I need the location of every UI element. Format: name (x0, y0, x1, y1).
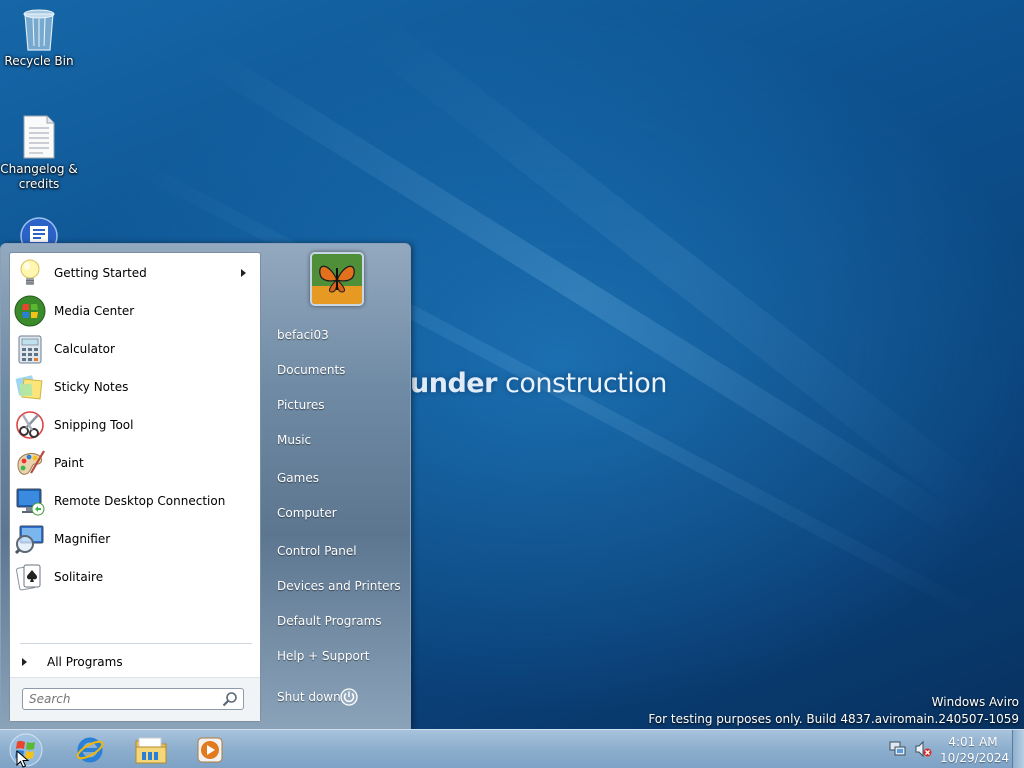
program-sticky-notes[interactable]: Sticky Notes (12, 369, 258, 405)
all-programs-button[interactable]: All Programs (20, 651, 252, 673)
build-watermark: Windows Aviro For testing purposes only.… (648, 694, 1019, 728)
program-remote-desktop[interactable]: Remote Desktop Connection (12, 483, 258, 519)
start-menu-programs-pane: Getting Started Media Center Calculator … (9, 252, 261, 722)
paint-palette-icon (14, 447, 46, 479)
start-menu: Getting Started Media Center Calculator … (0, 243, 411, 729)
program-magnifier[interactable]: Magnifier (12, 521, 258, 557)
start-menu-default-programs[interactable]: Default Programs (271, 608, 405, 634)
expand-arrow-icon (22, 658, 27, 666)
program-solitaire[interactable]: Solitaire (12, 559, 258, 595)
program-label: Media Center (54, 304, 135, 318)
remote-desktop-icon (14, 485, 46, 517)
volume-muted-icon[interactable] (914, 740, 932, 758)
start-menu-music[interactable]: Music (271, 427, 405, 453)
show-desktop-button[interactable] (1012, 730, 1024, 768)
program-calculator[interactable]: Calculator (12, 331, 258, 367)
all-programs-label: All Programs (47, 655, 123, 669)
taskbar: 4:01 AM 10/29/2024 (0, 729, 1024, 768)
program-label: Sticky Notes (54, 380, 129, 394)
internet-explorer-icon (76, 737, 104, 763)
watermark-build: For testing purposes only. Build 4837.av… (648, 712, 1019, 726)
taskbar-clock[interactable]: 4:01 AM 10/29/2024 (940, 734, 1010, 766)
clock-time: 4:01 AM (948, 735, 998, 749)
start-menu-devices-printers[interactable]: Devices and Printers (271, 573, 405, 599)
program-snipping-tool[interactable]: Snipping Tool (12, 407, 258, 443)
program-getting-started[interactable]: Getting Started (12, 255, 258, 291)
watermark-edition: Windows Aviro (931, 695, 1019, 709)
recycle-bin-icon (19, 6, 59, 51)
desktop-icon-label: Recycle Bin (4, 54, 74, 68)
network-icon[interactable] (889, 740, 907, 758)
start-menu-pictures[interactable]: Pictures (271, 392, 405, 418)
search-box[interactable] (22, 688, 244, 710)
start-menu-documents[interactable]: Documents (271, 357, 405, 383)
start-menu-help-support[interactable]: Help + Support (271, 643, 405, 669)
search-input[interactable] (29, 689, 217, 709)
submenu-arrow-icon[interactable] (241, 269, 246, 277)
program-label: Getting Started (54, 266, 147, 280)
start-menu-user-name[interactable]: befaci03 (271, 322, 405, 348)
desktop-icon-label: Changelog & credits (0, 162, 78, 191)
search-area (10, 677, 260, 721)
program-paint[interactable]: Paint (12, 445, 258, 481)
taskbar-internet-explorer[interactable] (68, 733, 112, 767)
solitaire-cards-icon (14, 561, 46, 593)
program-label: Snipping Tool (54, 418, 134, 432)
power-options-icon[interactable] (339, 687, 359, 707)
scissors-icon (14, 409, 46, 441)
program-label: Remote Desktop Connection (54, 494, 226, 508)
butterfly-icon (312, 254, 362, 304)
magnifier-icon (14, 523, 46, 555)
media-center-icon (14, 295, 46, 327)
desktop-icon-recycle-bin[interactable]: Recycle Bin (0, 6, 78, 69)
search-icon[interactable] (222, 691, 238, 707)
taskbar-file-explorer[interactable] (129, 733, 173, 767)
text-document-icon (19, 114, 59, 159)
desktop-icon-changelog[interactable]: Changelog & credits (0, 114, 78, 192)
wallpaper-under-construction-text: under construction (410, 368, 667, 399)
all-programs-separator (20, 643, 252, 644)
wallpaper-light-streak (347, 4, 1003, 529)
taskbar-media-player[interactable] (188, 733, 232, 767)
calculator-icon (14, 333, 46, 365)
start-menu-games[interactable]: Games (271, 465, 405, 491)
program-label: Paint (54, 456, 84, 470)
start-menu-control-panel[interactable]: Control Panel (271, 538, 405, 564)
program-media-center[interactable]: Media Center (12, 293, 258, 329)
sticky-notes-icon (14, 371, 46, 403)
clock-date: 10/29/2024 (940, 751, 1010, 765)
file-explorer-icon (135, 737, 167, 764)
user-account-picture[interactable] (310, 252, 364, 306)
media-player-icon (197, 737, 223, 763)
lightbulb-icon (14, 257, 46, 289)
start-menu-computer[interactable]: Computer (271, 500, 405, 526)
mouse-cursor-icon (16, 750, 30, 768)
program-label: Solitaire (54, 570, 104, 584)
program-label: Calculator (54, 342, 115, 356)
program-label: Magnifier (54, 532, 111, 546)
